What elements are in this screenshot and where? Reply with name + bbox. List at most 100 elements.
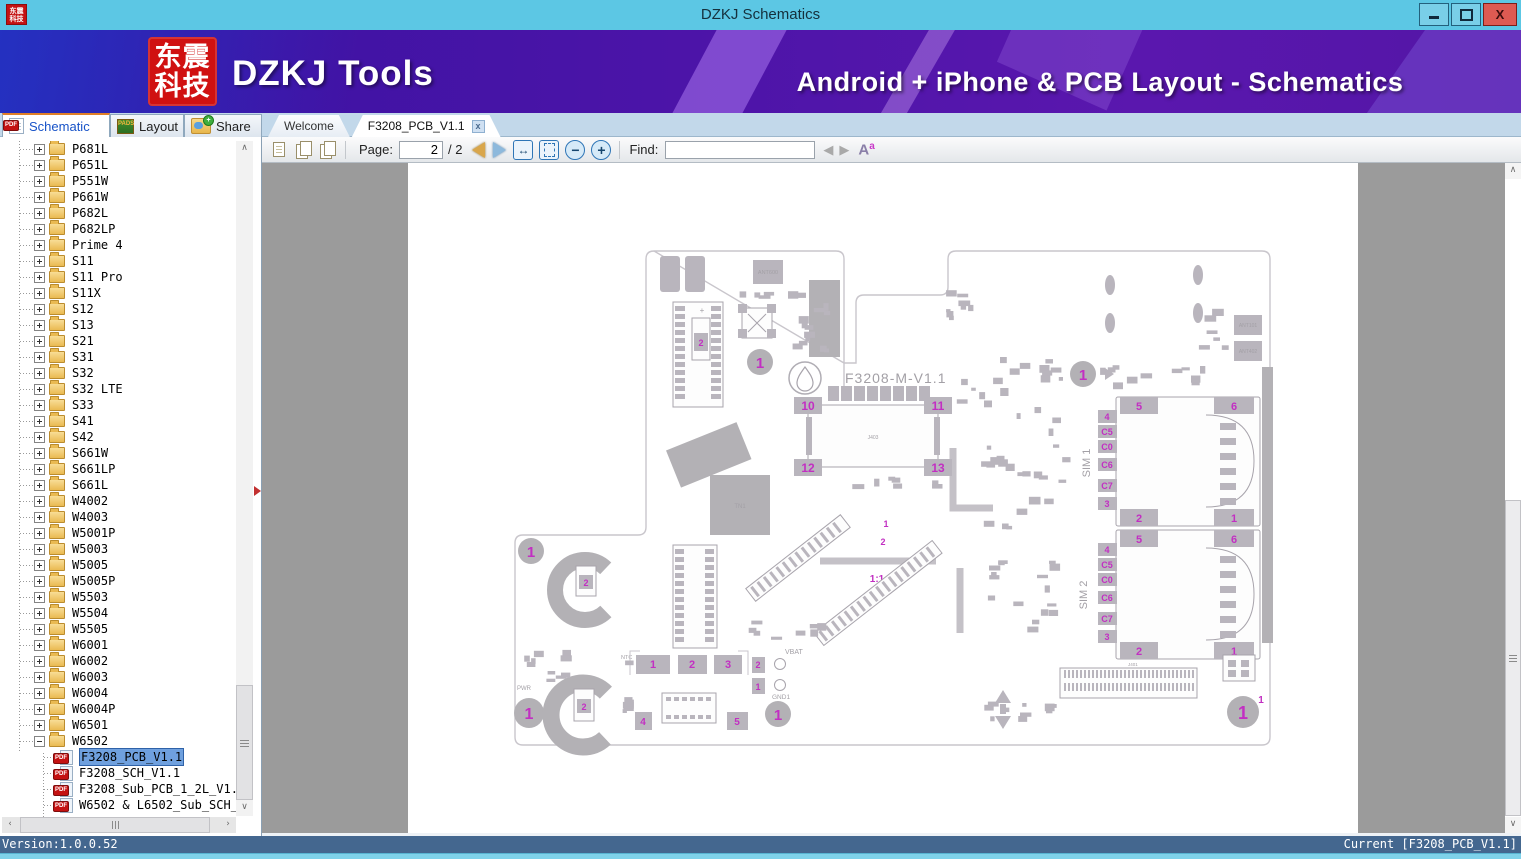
tree-folder-row[interactable]: W6003: [0, 669, 236, 685]
next-page-copy-icon[interactable]: [319, 141, 337, 159]
expand-plus-icon[interactable]: [34, 416, 45, 427]
tree-folder-row[interactable]: W4003: [0, 509, 236, 525]
tree-folder-row[interactable]: W5505: [0, 621, 236, 637]
tree-folder-row[interactable]: S661W: [0, 445, 236, 461]
zoom-out-button[interactable]: −: [565, 140, 585, 160]
new-page-icon[interactable]: [271, 141, 289, 159]
find-input[interactable]: [665, 141, 815, 159]
tree-folder-row[interactable]: P651L: [0, 157, 236, 173]
expand-plus-icon[interactable]: [34, 272, 45, 283]
tree-file-row[interactable]: PDF F3208_SCH_V1.1: [0, 765, 236, 781]
tree-folder-row[interactable]: P681L: [0, 141, 236, 157]
expand-plus-icon[interactable]: [34, 336, 45, 347]
tab-welcome[interactable]: Welcome: [268, 115, 350, 137]
expand-plus-icon[interactable]: [34, 368, 45, 379]
expand-plus-icon[interactable]: [34, 544, 45, 555]
expand-plus-icon[interactable]: [34, 480, 45, 491]
scroll-right-icon[interactable]: ›: [220, 817, 236, 833]
tree-folder-row[interactable]: W4002: [0, 493, 236, 509]
next-page-icon[interactable]: [493, 142, 506, 158]
scroll-left-icon[interactable]: ‹: [2, 817, 18, 833]
expand-plus-icon[interactable]: [34, 288, 45, 299]
expand-plus-icon[interactable]: [34, 688, 45, 699]
tree-folder-row[interactable]: S21: [0, 333, 236, 349]
tree-folder-row[interactable]: W6001: [0, 637, 236, 653]
expand-plus-icon[interactable]: [34, 704, 45, 715]
tree-folder-row[interactable]: W5003: [0, 541, 236, 557]
prev-page-copy-icon[interactable]: [295, 141, 313, 159]
collapse-minus-icon[interactable]: [34, 736, 45, 747]
tree-file-row[interactable]: PDF F3208_Sub_PCB_1_2L_V1.0: [0, 781, 236, 797]
tree-folder-row[interactable]: P661W: [0, 189, 236, 205]
tree-folder-row[interactable]: S41: [0, 413, 236, 429]
tree-folder-row[interactable]: P682LP: [0, 221, 236, 237]
expand-plus-icon[interactable]: [34, 720, 45, 731]
expand-plus-icon[interactable]: [34, 608, 45, 619]
find-previous-icon[interactable]: ◀: [823, 142, 833, 158]
tree-folder-row[interactable]: S661L: [0, 477, 236, 493]
expand-plus-icon[interactable]: [34, 576, 45, 587]
expand-plus-icon[interactable]: [34, 176, 45, 187]
scroll-up-icon[interactable]: ∧: [236, 141, 253, 157]
tree-folder-row[interactable]: S42: [0, 429, 236, 445]
tree-file-selected[interactable]: F3208_PCB_V1.1: [79, 748, 184, 766]
pdf-viewer[interactable]: ANT600 + 2: [262, 163, 1505, 833]
expand-plus-icon[interactable]: [34, 144, 45, 155]
tree-folder-row[interactable]: W6501: [0, 717, 236, 733]
expand-plus-icon[interactable]: [34, 320, 45, 331]
tree-folder-row[interactable]: S31: [0, 349, 236, 365]
tree-folder-row[interactable]: S661LP: [0, 461, 236, 477]
tree-horizontal-scrollbar[interactable]: ‹ ›: [2, 817, 236, 833]
tree-folder-row[interactable]: W6004P: [0, 701, 236, 717]
scrollbar-thumb[interactable]: [20, 817, 210, 833]
expand-plus-icon[interactable]: [34, 432, 45, 443]
previous-page-icon[interactable]: [472, 142, 485, 158]
tree-folder-row[interactable]: S12: [0, 301, 236, 317]
tree-folder-row[interactable]: S32 LTE: [0, 381, 236, 397]
tab-schematic[interactable]: PDF Schematic: [2, 113, 110, 137]
minimize-button[interactable]: [1419, 3, 1449, 26]
pdf-vertical-scrollbar[interactable]: ∧ ∨: [1505, 163, 1521, 833]
tree-folder-row[interactable]: P551W: [0, 173, 236, 189]
expand-plus-icon[interactable]: [34, 400, 45, 411]
tree-file-row[interactable]: PDF W6502 & L6502_Sub_SCH_V1.: [0, 797, 236, 813]
zoom-in-button[interactable]: +: [591, 140, 611, 160]
fit-width-button[interactable]: ↔: [513, 140, 533, 160]
fit-page-button[interactable]: [539, 140, 559, 160]
tree-folder-row[interactable]: W6004: [0, 685, 236, 701]
tree-folder-row-expanded[interactable]: W6502: [0, 733, 236, 749]
pdf-page[interactable]: ANT600 + 2: [408, 163, 1358, 833]
expand-plus-icon[interactable]: [34, 528, 45, 539]
maximize-button[interactable]: [1451, 3, 1481, 26]
tree-file-row[interactable]: PDF F3208_PCB_V1.1: [0, 749, 236, 765]
expand-plus-icon[interactable]: [34, 208, 45, 219]
tree-vertical-scrollbar[interactable]: ∧ ∨: [236, 141, 253, 816]
expand-plus-icon[interactable]: [34, 464, 45, 475]
tree-folder-row[interactable]: S11X: [0, 285, 236, 301]
scroll-down-icon[interactable]: ∨: [236, 800, 253, 816]
expand-plus-icon[interactable]: [34, 384, 45, 395]
expand-plus-icon[interactable]: [34, 672, 45, 683]
expand-plus-icon[interactable]: [34, 192, 45, 203]
tree-folder-row[interactable]: S13: [0, 317, 236, 333]
tree-folder-row[interactable]: W5005P: [0, 573, 236, 589]
tree-folder-row[interactable]: P682L: [0, 205, 236, 221]
page-number-input[interactable]: [399, 141, 443, 159]
tree-folder-row[interactable]: S11 Pro: [0, 269, 236, 285]
close-button[interactable]: X: [1483, 3, 1517, 26]
tree-folder-row[interactable]: W5001P: [0, 525, 236, 541]
tree-folder-row[interactable]: W5504: [0, 605, 236, 621]
expand-plus-icon[interactable]: [34, 640, 45, 651]
tree-folder-row[interactable]: W6002: [0, 653, 236, 669]
expand-plus-icon[interactable]: [34, 496, 45, 507]
expand-plus-icon[interactable]: [34, 224, 45, 235]
tab-layout[interactable]: PADS Layout: [110, 114, 184, 137]
match-case-icon[interactable]: Aa: [858, 141, 874, 158]
tree-folder-row[interactable]: W5503: [0, 589, 236, 605]
expand-plus-icon[interactable]: [34, 352, 45, 363]
scrollbar-thumb[interactable]: [1505, 500, 1521, 816]
expand-plus-icon[interactable]: [34, 256, 45, 267]
close-tab-icon[interactable]: x: [472, 120, 485, 133]
tree-folder-row[interactable]: S11: [0, 253, 236, 269]
tab-share[interactable]: + Share: [184, 114, 262, 137]
